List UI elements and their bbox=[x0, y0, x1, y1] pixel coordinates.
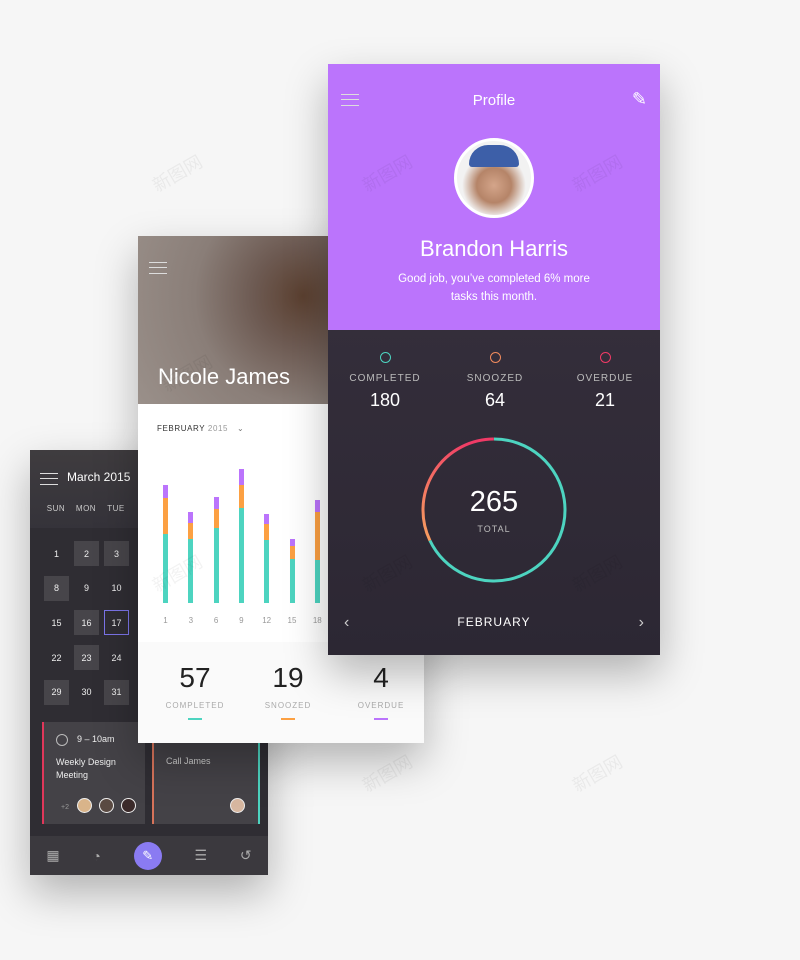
chevron-down-icon: ⌄ bbox=[236, 424, 245, 433]
stat-label: SNOOZED bbox=[466, 373, 524, 384]
stat-value: 180 bbox=[369, 390, 401, 410]
event-title: Weekly Design Meeting bbox=[56, 757, 116, 780]
x-tick-label: 6 bbox=[213, 616, 219, 625]
bar-segment bbox=[188, 512, 194, 523]
stat-value: 21 bbox=[594, 390, 616, 410]
calendar-day[interactable]: 29 bbox=[44, 679, 69, 705]
x-tick-label: 3 bbox=[188, 616, 194, 625]
avatar bbox=[77, 798, 92, 813]
avatar bbox=[99, 798, 114, 813]
bar-segment bbox=[289, 539, 295, 546]
total-label: TOTAL bbox=[477, 524, 511, 534]
menu-icon[interactable] bbox=[40, 473, 58, 485]
bar-segment bbox=[264, 540, 270, 603]
calendar-day[interactable]: 17 bbox=[104, 610, 129, 636]
calendar-day[interactable]: 15 bbox=[44, 610, 69, 635]
summary-value: 4 bbox=[373, 662, 389, 693]
bar-segment bbox=[213, 497, 219, 509]
extra-attendees: +2 bbox=[61, 804, 69, 811]
avatar bbox=[121, 798, 136, 813]
calendar-day[interactable]: 31 bbox=[104, 679, 129, 705]
summary-label: SNOOZED bbox=[264, 701, 312, 710]
month-selector[interactable]: FEBRUARY 2015 ⌄ bbox=[157, 424, 244, 433]
year: 2015 bbox=[207, 424, 229, 433]
bar-segment bbox=[238, 508, 244, 603]
calendar-day[interactable]: 24 bbox=[104, 645, 129, 670]
bar-segment bbox=[238, 469, 244, 485]
summary-label: OVERDUE bbox=[357, 701, 405, 710]
calendar-day[interactable]: 22 bbox=[44, 645, 69, 670]
status-dot-icon bbox=[380, 352, 391, 363]
bar-segment bbox=[314, 500, 320, 512]
x-tick-label: 1 bbox=[163, 616, 168, 625]
avatar bbox=[454, 138, 534, 218]
calendar-day[interactable]: 3 bbox=[104, 541, 129, 566]
bar-segment bbox=[264, 524, 270, 540]
summary-label: COMPLETED bbox=[165, 701, 225, 710]
month: FEBRUARY bbox=[157, 424, 206, 433]
stat-value: 64 bbox=[484, 390, 506, 410]
status-dot-icon bbox=[490, 352, 501, 363]
event-card[interactable]: 9 – 10am Weekly Design Meeting +2 bbox=[42, 722, 145, 824]
new-task-icon[interactable]: ✎ bbox=[133, 841, 162, 870]
bar-segment bbox=[264, 514, 270, 524]
summary-indicator bbox=[374, 718, 388, 720]
summary-value: 57 bbox=[179, 662, 211, 693]
edit-icon[interactable]: ✎ bbox=[632, 89, 647, 110]
profile-message: Good job, you’ve completed 6% more tasks… bbox=[398, 273, 590, 303]
calendar-day[interactable]: 16 bbox=[74, 610, 99, 636]
x-tick-label: 15 bbox=[287, 616, 297, 625]
x-tick-label: 9 bbox=[239, 616, 244, 625]
status-dot-icon bbox=[600, 352, 611, 363]
summary-indicator bbox=[188, 718, 202, 720]
watermark: 新图网 bbox=[359, 751, 416, 797]
total-value: 265 bbox=[469, 486, 519, 518]
calendar-title: March 2015 bbox=[67, 470, 131, 484]
bar-segment bbox=[213, 509, 219, 528]
weekday-label: MON bbox=[75, 504, 97, 513]
bar-segment bbox=[163, 485, 168, 498]
bar-segment bbox=[314, 560, 320, 603]
x-tick-label: 12 bbox=[262, 616, 272, 625]
calendar-day[interactable]: 2 bbox=[74, 541, 99, 566]
bar-segment bbox=[238, 485, 244, 508]
bar-segment bbox=[188, 523, 194, 539]
event-title: Call James bbox=[166, 756, 211, 766]
calendar-day[interactable]: 9 bbox=[74, 576, 99, 601]
calendar-day[interactable]: 8 bbox=[44, 575, 69, 601]
bottom-nav: ▦ ◔ ✎ ☰ ↺ bbox=[30, 836, 268, 875]
avatar bbox=[230, 798, 245, 813]
summary-indicator bbox=[281, 718, 295, 720]
stat-label: COMPLETED bbox=[349, 373, 421, 384]
cap bbox=[469, 145, 519, 167]
weekday-label: TUE bbox=[107, 504, 125, 513]
summary-value: 19 bbox=[272, 662, 304, 693]
history-icon[interactable]: ↺ bbox=[240, 847, 252, 864]
bar-segment bbox=[163, 498, 168, 534]
menu-icon[interactable] bbox=[149, 262, 167, 274]
calendar-day[interactable]: 10 bbox=[104, 576, 129, 601]
calendar-day[interactable]: 1 bbox=[44, 541, 69, 566]
watermark: 新图网 bbox=[569, 751, 626, 797]
calendar-day[interactable]: 30 bbox=[74, 680, 99, 705]
event-time: 9 – 10am bbox=[77, 734, 115, 744]
calendar-day[interactable]: 23 bbox=[74, 645, 99, 671]
bar-segment bbox=[289, 546, 295, 559]
bar-segment bbox=[213, 528, 219, 603]
calendar-icon[interactable]: ▦ bbox=[46, 847, 59, 864]
clock-icon bbox=[56, 734, 68, 746]
weekday-label: SUN bbox=[46, 504, 66, 513]
list-icon[interactable]: ☰ bbox=[194, 847, 207, 864]
month-label: FEBRUARY bbox=[457, 615, 531, 629]
pie-chart-icon[interactable]: ◔ bbox=[92, 848, 100, 864]
bar-segment bbox=[289, 559, 295, 603]
page-title: Profile bbox=[472, 92, 516, 109]
user-name: Brandon Harris bbox=[420, 236, 568, 261]
bar-segment bbox=[314, 512, 320, 560]
watermark: 新图网 bbox=[149, 151, 206, 197]
x-tick-label: 18 bbox=[312, 616, 322, 625]
stat-label: OVERDUE bbox=[576, 373, 634, 384]
